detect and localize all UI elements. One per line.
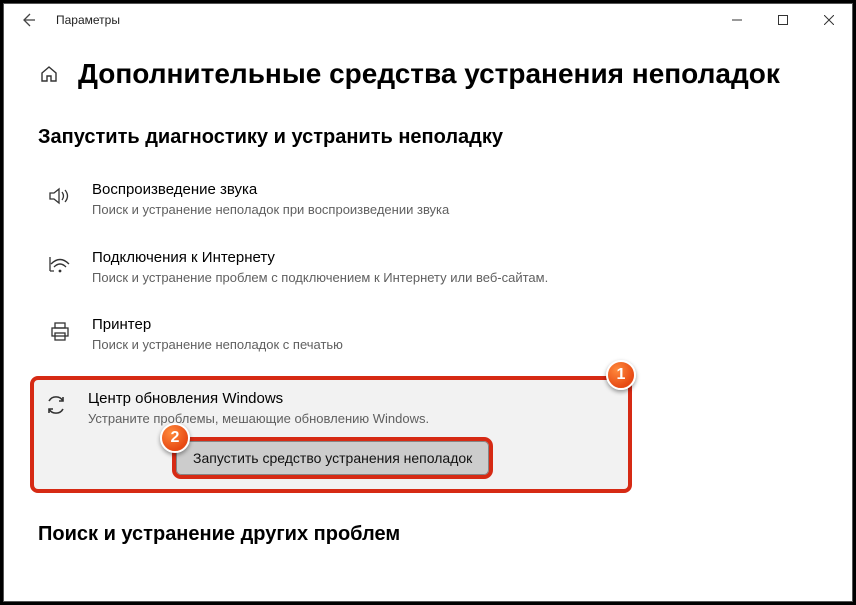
item-title: Центр обновления Windows (88, 390, 620, 407)
window-controls (714, 5, 852, 35)
page-title: Дополнительные средства устранения непол… (78, 58, 780, 90)
minimize-button[interactable] (714, 5, 760, 35)
item-desc: Поиск и устранение неполадок с печатью (92, 336, 590, 354)
close-button[interactable] (806, 5, 852, 35)
item-desc: Поиск и устранение неполадок при воспрои… (92, 201, 590, 219)
run-troubleshooter-button[interactable]: Запустить средство устранения неполадок (176, 441, 489, 475)
troubleshooter-item-audio[interactable]: Воспроизведение звука Поиск и устранение… (38, 173, 598, 231)
printer-icon (46, 318, 74, 346)
refresh-icon (42, 392, 70, 420)
wifi-icon (46, 251, 74, 279)
callout-badge-2: 2 (160, 423, 190, 453)
home-icon[interactable] (38, 63, 60, 85)
troubleshooter-item-printer[interactable]: Принтер Поиск и устранение неполадок с п… (38, 308, 598, 366)
back-button[interactable] (18, 10, 38, 30)
troubleshooter-item-windows-update[interactable]: 1 Центр обновления Windows Устраните про… (30, 376, 632, 494)
body: Дополнительные средства устранения непол… (4, 36, 852, 546)
heading-row: Дополнительные средства устранения непол… (38, 58, 818, 90)
callout-badge-1: 1 (606, 360, 636, 390)
item-desc: Поиск и устранение проблем с подключение… (92, 269, 590, 287)
titlebar: Параметры (4, 4, 852, 36)
section-title-diagnostics: Запустить диагностику и устранить непола… (38, 126, 818, 149)
volume-icon (46, 183, 74, 211)
window-title: Параметры (56, 13, 120, 27)
troubleshooter-item-internet[interactable]: Подключения к Интернету Поиск и устранен… (38, 241, 598, 299)
section-title-other: Поиск и устранение других проблем (38, 523, 818, 546)
item-title: Воспроизведение звука (92, 181, 590, 198)
maximize-button[interactable] (760, 5, 806, 35)
item-title: Подключения к Интернету (92, 249, 590, 266)
settings-window: Параметры Дополнительные средства устран… (3, 3, 853, 602)
item-title: Принтер (92, 316, 590, 333)
